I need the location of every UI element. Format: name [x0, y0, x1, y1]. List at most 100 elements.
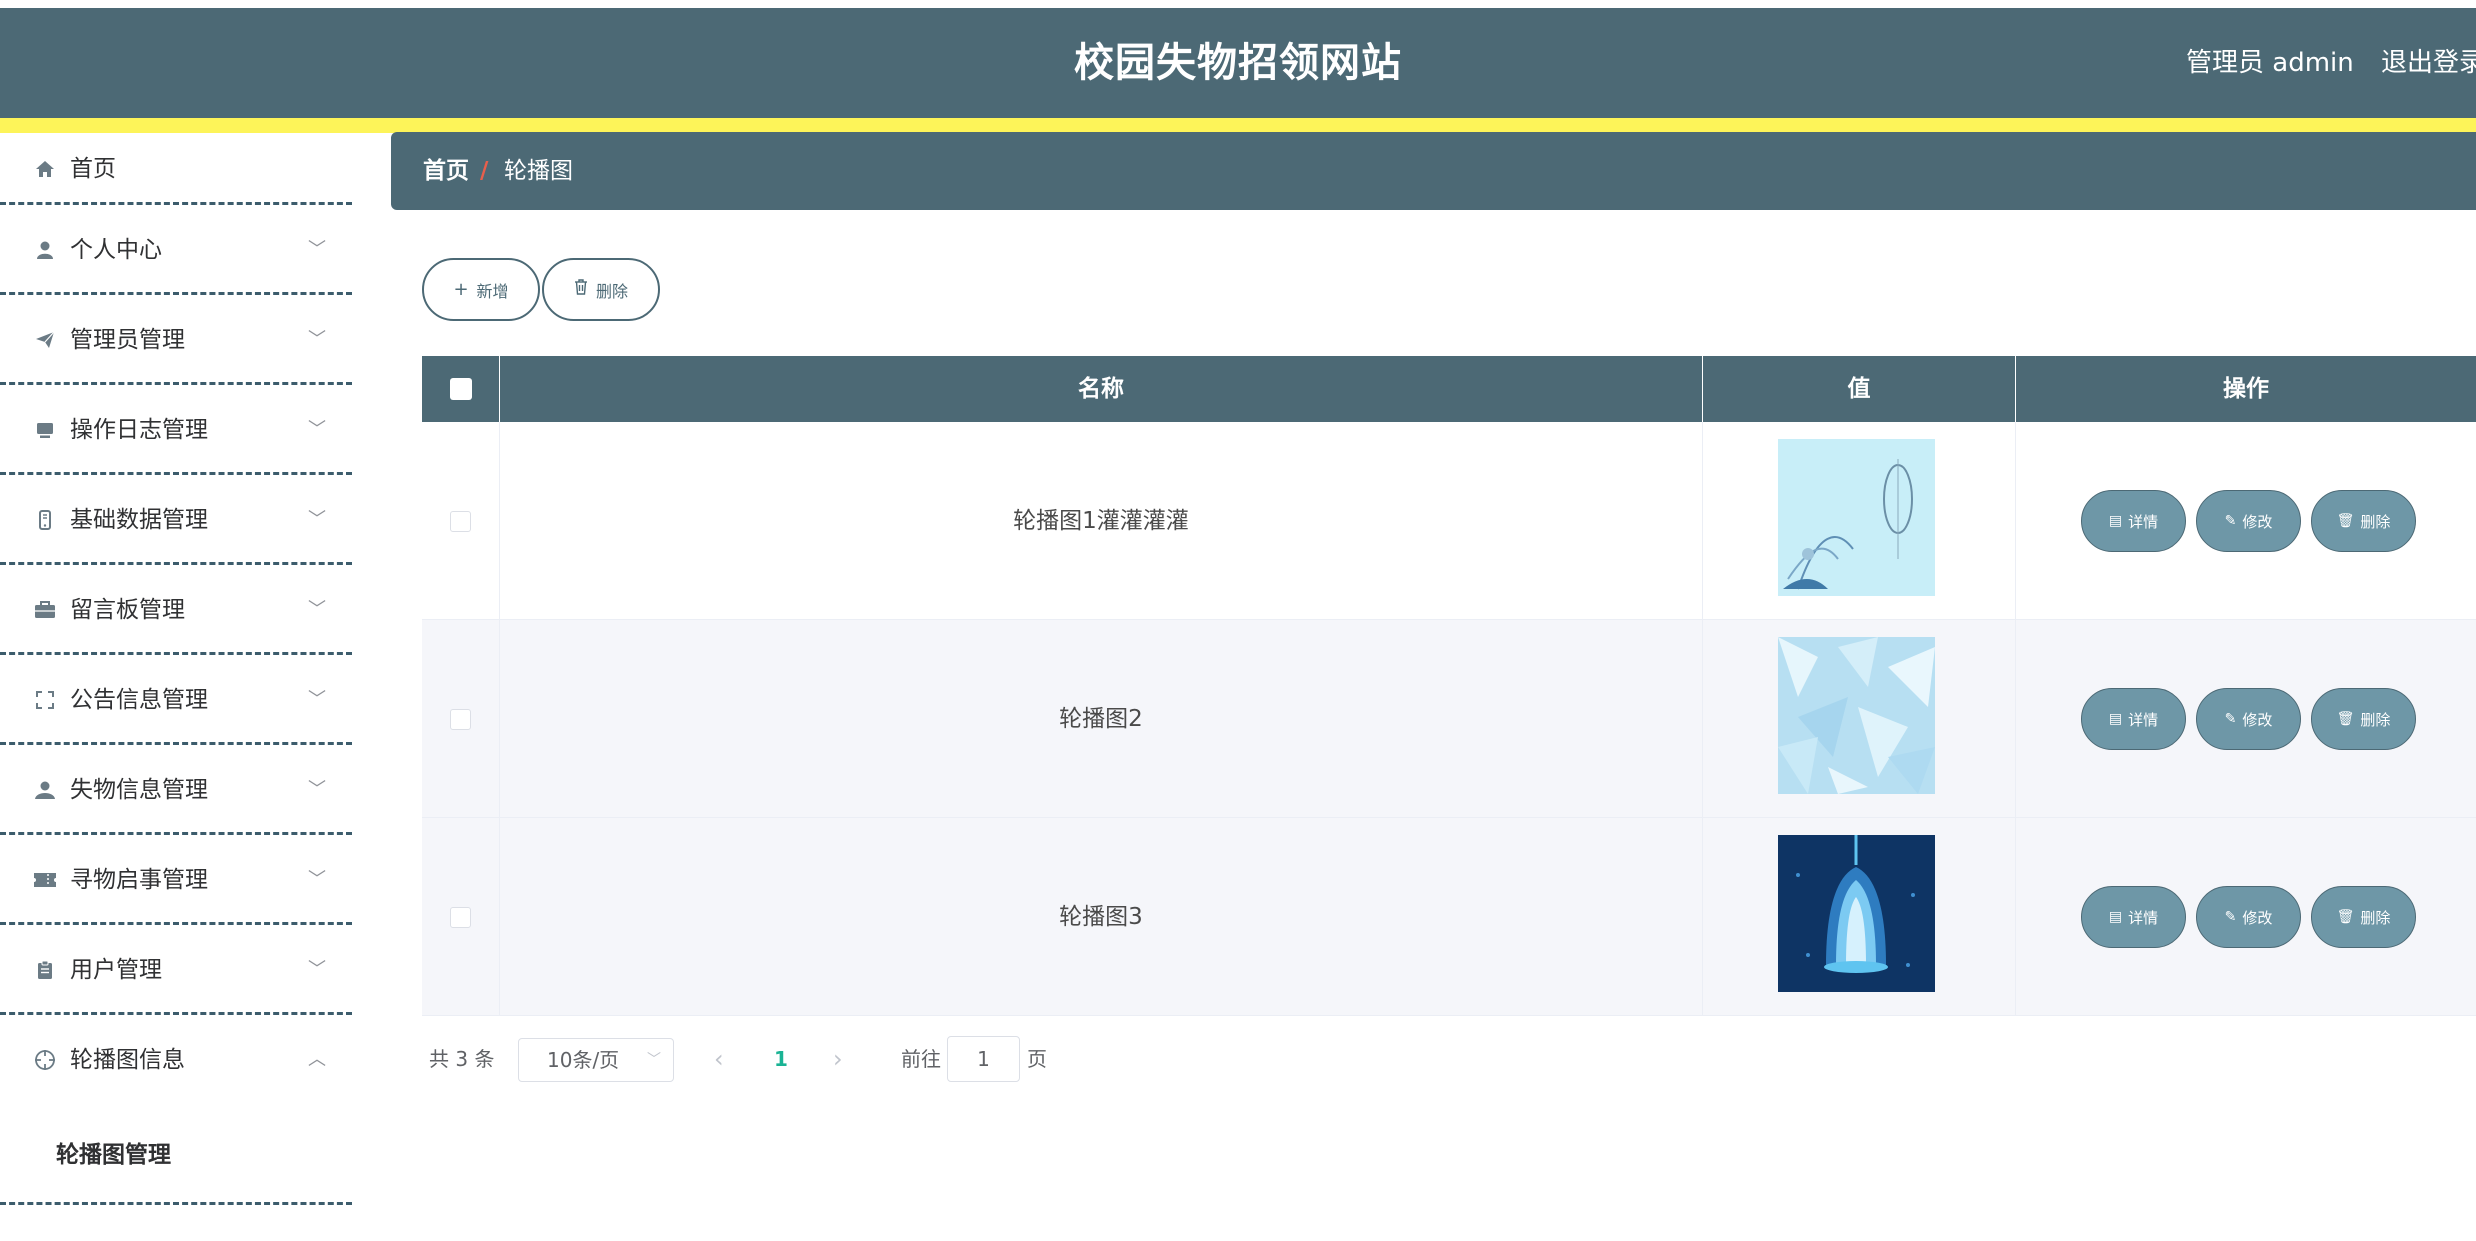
user-icon [32, 205, 58, 295]
send-icon [32, 295, 58, 385]
chevron-down-icon: ﹀ [308, 599, 326, 620]
name-cell: 轮播图2 [500, 620, 1703, 818]
table-header: 名称 值 操作 [422, 356, 2476, 422]
delete-button-label: 删除 [2360, 512, 2391, 531]
prev-page-button[interactable]: ‹ [714, 1038, 724, 1080]
site-title: 校园失物招领网站 [1074, 40, 1402, 86]
pencil-icon: ✎ [2224, 711, 2237, 727]
fullscreen-icon [32, 655, 58, 745]
edit-button[interactable]: ✎ 修改 [2196, 886, 2301, 948]
delete-button-label: 删除 [2360, 908, 2391, 927]
sidebar-item-label: 公告信息管理 [70, 687, 208, 713]
sidebar-item-label: 管理员管理 [70, 327, 185, 353]
dark-blue-chandelier-image [1778, 835, 1935, 992]
breadcrumb-home-link[interactable]: 首页 [423, 132, 469, 210]
sidebar-item-user-management[interactable]: 用户管理 ﹀ [0, 925, 352, 1015]
row-checkbox[interactable] [450, 709, 471, 730]
sidebar-item-label: 用户管理 [70, 957, 162, 983]
edit-button[interactable]: ✎ 修改 [2196, 688, 2301, 750]
sidebar-item-label: 寻物启事管理 [70, 867, 208, 893]
breadcrumb-current: 轮播图 [504, 158, 573, 184]
icy-blue-texture-image [1778, 637, 1935, 794]
next-page-button[interactable]: › [833, 1038, 843, 1080]
header-accent-stripe [0, 118, 2476, 133]
sidebar-item-label: 失物信息管理 [70, 777, 208, 803]
name-cell: 轮播图3 [500, 818, 1703, 1016]
phone-icon [32, 475, 58, 565]
name-cell: 轮播图1灌灌灌灌 [500, 422, 1703, 620]
breadcrumb-separator: / [480, 158, 489, 184]
chevron-down-icon: ﹀ [308, 239, 326, 260]
row-select-cell [422, 620, 500, 818]
trash-icon: 🗑 [2336, 909, 2355, 925]
actions-cell: ▤ 详情 ✎ 修改 🗑 删除 [2016, 620, 2476, 818]
sidebar-item-personal-center[interactable]: 个人中心 ﹀ [0, 205, 352, 295]
row-select-cell [422, 422, 500, 620]
sidebar-item-home[interactable]: 首页 [0, 133, 352, 205]
page-number-current[interactable]: 1 [774, 1038, 788, 1080]
goto-label: 前往 [901, 1047, 941, 1071]
sidebar-subitem-carousel-management[interactable]: 轮播图管理 [0, 1105, 352, 1205]
row-name: 轮播图2 [1059, 706, 1143, 732]
page-size-select[interactable]: 10条/页 ﹀ [518, 1038, 674, 1082]
actions-cell: ▤ 详情 ✎ 修改 🗑 删除 [2016, 422, 2476, 620]
select-all-checkbox[interactable] [450, 378, 472, 400]
sidebar-item-label: 留言板管理 [70, 597, 185, 623]
detail-button-label: 详情 [2128, 710, 2159, 729]
batch-delete-button[interactable]: 删除 [542, 258, 660, 321]
sidebar-item-base-data[interactable]: 基础数据管理 ﹀ [0, 475, 352, 565]
document-icon: ▤ [2108, 909, 2123, 925]
delete-button[interactable]: 🗑 删除 [2311, 490, 2416, 552]
chevron-down-icon: ﹀ [647, 1052, 661, 1068]
edit-button-label: 修改 [2242, 710, 2273, 729]
table-row: 轮播图3 ▤ 详情 ✎ 修改 🗑 删除 [422, 818, 2476, 1016]
sidebar-item-admin-management[interactable]: 管理员管理 ﹀ [0, 295, 352, 385]
actions-cell: ▤ 详情 ✎ 修改 🗑 删除 [2016, 818, 2476, 1016]
delete-button[interactable]: 🗑 删除 [2311, 688, 2416, 750]
plus-icon: + [453, 279, 469, 300]
chevron-down-icon: ﹀ [308, 419, 326, 440]
document-icon: ▤ [2108, 711, 2123, 727]
pencil-icon: ✎ [2224, 513, 2237, 529]
current-user-label: 管理员 admin [2186, 48, 2354, 78]
page-size-value: 10条/页 [547, 1048, 620, 1072]
batch-delete-button-label: 删除 [595, 281, 628, 301]
sidebar-item-notice-management[interactable]: 公告信息管理 ﹀ [0, 655, 352, 745]
row-name: 轮播图1灌灌灌灌 [1013, 508, 1189, 534]
sidebar-item-operation-log[interactable]: 操作日志管理 ﹀ [0, 385, 352, 475]
detail-button[interactable]: ▤ 详情 [2081, 490, 2186, 552]
chevron-down-icon: ﹀ [308, 959, 326, 980]
goto-unit-label: 页 [1027, 1047, 1047, 1071]
detail-button-label: 详情 [2128, 908, 2159, 927]
sidebar-item-found-notices[interactable]: 寻物启事管理 ﹀ [0, 835, 352, 925]
sidebar-item-label: 个人中心 [70, 237, 162, 263]
ticket-icon [32, 835, 58, 925]
detail-button[interactable]: ▤ 详情 [2081, 688, 2186, 750]
pencil-icon: ✎ [2224, 909, 2237, 925]
detail-button-label: 详情 [2128, 512, 2159, 531]
sidebar-item-label: 基础数据管理 [70, 507, 208, 533]
sidebar-subitem-label: 轮播图管理 [56, 1142, 171, 1168]
crosshair-icon [32, 1015, 58, 1105]
sidebar-item-carousel-info[interactable]: 轮播图信息 ︿ [0, 1015, 352, 1105]
row-checkbox[interactable] [450, 907, 471, 928]
sidebar-item-lost-items[interactable]: 失物信息管理 ﹀ [0, 745, 352, 835]
person-icon [32, 745, 58, 835]
sidebar-item-label: 首页 [70, 156, 116, 182]
chevron-down-icon: ﹀ [308, 509, 326, 530]
delete-button[interactable]: 🗑 删除 [2311, 886, 2416, 948]
column-header-name: 名称 [500, 356, 1703, 422]
logout-button[interactable]: 退出登录 [2381, 8, 2476, 118]
row-checkbox[interactable] [450, 511, 471, 532]
row-name: 轮播图3 [1059, 904, 1143, 930]
add-button[interactable]: + 新增 [422, 258, 540, 321]
chevron-down-icon: ﹀ [308, 689, 326, 710]
monitor-icon [32, 385, 58, 475]
edit-button[interactable]: ✎ 修改 [2196, 490, 2301, 552]
home-icon [32, 133, 58, 205]
pagination-total: 共 3 条 [429, 1047, 495, 1071]
edit-button-label: 修改 [2242, 512, 2273, 531]
sidebar-item-message-board[interactable]: 留言板管理 ﹀ [0, 565, 352, 655]
detail-button[interactable]: ▤ 详情 [2081, 886, 2186, 948]
goto-page-input[interactable] [947, 1036, 1020, 1082]
